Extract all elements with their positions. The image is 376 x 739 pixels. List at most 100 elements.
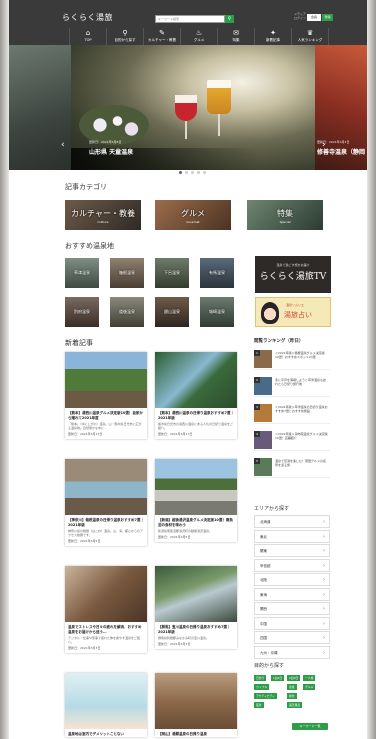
search-input[interactable]: キーワード検索: [155, 15, 225, 23]
area-item[interactable]: 東北 ›: [254, 529, 330, 543]
ranking-item[interactable]: 5 温泉で足湯を楽しむ！南国グルメの名所を巡る旅: [254, 456, 330, 478]
slider-dot[interactable]: [203, 171, 206, 174]
purpose-tag[interactable]: 露天風呂: [287, 702, 303, 708]
area-label: 九州・沖縄: [260, 650, 278, 655]
article-card[interactable]: 【新潟】越後湯沢温泉グルメ決定版10選！南魚沼の食材を味わう 新潟県南魚沼郡湯沢…: [155, 459, 237, 542]
area-item[interactable]: 北陸 ›: [254, 573, 330, 586]
slide-glass-beer: [207, 80, 231, 114]
member-button[interactable]: 会員: [307, 14, 321, 21]
category-special[interactable]: 特集 Special: [247, 200, 323, 230]
area-item[interactable]: 関西 ›: [254, 602, 330, 615]
page: らくらく湯旅 キーワード検索 ⚲ メディア ログイン 会員 登録 ⌂ TOP ⚲ 目的か…: [9, 0, 367, 739]
article-thumbnail: [155, 673, 237, 729]
purpose-tag[interactable]: グルメ: [303, 684, 316, 690]
slider-dot[interactable]: [191, 171, 194, 174]
article-card[interactable]: 温泉でストレスや日々の疲れを解消、おすすめ温泉をお届けから迷う… デジタル・仕事…: [65, 566, 147, 653]
nav-item-6[interactable]: ♛ 人気ランキング: [291, 28, 329, 45]
nav-item-4[interactable]: ✉ 特集: [217, 28, 254, 45]
onsen-arima[interactable]: 有馬温泉: [200, 258, 234, 288]
article-card[interactable]: 【岡山】湯郷温泉の日帰り温泉: [155, 673, 237, 737]
ranking-title: ＜2021年版＞草津温泉の日帰り温泉おすすめ7選とおすすめ施設: [275, 405, 328, 413]
onsen-kinosaki[interactable]: 城崎温泉: [200, 297, 234, 327]
search-button[interactable]: ⚲: [225, 15, 234, 23]
article-card[interactable]: 【熊本】湯西川温泉の日帰り温泉おすすめ7選｜2021年版 栃木県日光市の湯西川温…: [155, 352, 237, 439]
slide-title[interactable]: 山形県 天童温泉: [89, 147, 133, 156]
chevron-right-icon: ›: [323, 562, 325, 569]
article-thumbnail: [65, 566, 147, 622]
slider-dot[interactable]: [185, 171, 188, 174]
yutabi-tv-banner[interactable]: 温泉で過ごす旅をお届け らくらく湯旅TV: [255, 256, 331, 293]
section-title-categories: 記事カテゴリ: [65, 183, 107, 191]
article-thumbnail: [65, 352, 147, 408]
purpose-tag[interactable]: 2泊3日: [287, 675, 301, 681]
page-shadow-left: [0, 0, 9, 739]
ranking-item[interactable]: 3 ＜2021年版＞草津温泉の日帰り温泉おすすめ7選とおすすめ施設: [254, 402, 330, 424]
ranking-number: 1: [254, 350, 260, 356]
onsen-hakone[interactable]: 箱根温泉: [110, 258, 144, 288]
chevron-right-icon[interactable]: ›: [322, 140, 326, 150]
ranking-thumbnail: 4: [254, 431, 272, 449]
ranking-number: 2: [254, 377, 260, 383]
nav-item-5[interactable]: ✦ 新着記事: [254, 28, 291, 45]
area-item[interactable]: 東海 ›: [254, 587, 330, 601]
ranking-title: ＜2021年版＞湯布院温泉グルメ決定版10選！店舗紹介: [275, 432, 328, 440]
ranking-title: ＜2021年版＞箱根温泉グルメ決定版10選！おすすめスポット23選: [275, 351, 325, 359]
onsen-dogo[interactable]: 道後温泉: [110, 297, 144, 327]
area-item[interactable]: 関東 ›: [254, 544, 330, 557]
ranking-item[interactable]: 2 冬に平戸を満喫しようと草津温泉も訪れたら日帰り旅行地: [254, 375, 330, 397]
nav-item-1[interactable]: ⚲ 目的から探す: [106, 28, 143, 45]
register-button[interactable]: 登録: [322, 14, 333, 21]
hero-slider[interactable]: 更新日：2021年5月8日 山形県 天童温泉 更新日：2021年3月2日 修善寺…: [9, 45, 367, 170]
onsen-gero[interactable]: 下呂温泉: [155, 258, 189, 288]
nav-item-0[interactable]: ⌂ TOP: [69, 28, 106, 45]
article-card[interactable]: 【群馬】宝川温泉の日帰り温泉おすすめ7選｜2021年版 群馬県利根郡みなかみ町の…: [155, 566, 237, 649]
slider-dot[interactable]: [197, 171, 200, 174]
onsen-ginzan[interactable]: 銀山温泉: [155, 297, 189, 327]
article-card[interactable]: 温泉地は室内でデメリットことない: [65, 673, 147, 737]
area-label: 東北: [260, 534, 267, 539]
area-item[interactable]: 北海道 ›: [254, 515, 330, 528]
slide-flowers-image: [79, 105, 149, 145]
slider-dots: [179, 171, 206, 174]
purpose-tag[interactable]: 一人旅: [303, 675, 316, 681]
yutabi-uranai-banner[interactable]: 温泉ソムリエ 湯旅占い: [255, 297, 331, 327]
purpose-tag[interactable]: 日帰り: [254, 675, 267, 681]
site-logo[interactable]: らくらく湯旅: [62, 12, 113, 23]
book-icon: ✎: [159, 29, 165, 37]
article-card[interactable]: 【神奈川】箱根温泉の日帰り温泉おすすめ7選｜2021年版 神奈川県の箱根（はこね…: [65, 459, 147, 546]
chevron-right-icon: ›: [323, 533, 325, 540]
slider-dot[interactable]: [179, 171, 182, 174]
onsen-beppu[interactable]: 別府温泉: [65, 297, 99, 327]
ranking-item[interactable]: 4 ＜2021年版＞湯布院温泉グルメ決定版10選！店舗紹介: [254, 429, 330, 451]
area-label: 関西: [260, 607, 267, 611]
purpose-tag[interactable]: 家族: [287, 684, 297, 690]
nav-item-3[interactable]: ♨ グルメ: [180, 28, 217, 45]
article-title: 【岡山】湯郷温泉の日帰り温泉: [158, 732, 207, 736]
nav-label: カルチャー・教養: [148, 38, 176, 42]
fortune-teller-illustration: [261, 302, 279, 324]
purpose-tag[interactable]: アクティビティ: [254, 693, 278, 699]
chevron-left-icon[interactable]: ‹: [61, 140, 65, 150]
article-thumbnail: [65, 459, 147, 515]
area-item[interactable]: 四国 ›: [254, 631, 330, 644]
article-title: 【熊本】湯西川温泉グルメ決定版10選！自家から贈れて2021年度: [68, 411, 143, 420]
keyword-list-button[interactable]: キーワード一覧: [292, 723, 328, 730]
area-item[interactable]: 中国 ›: [254, 616, 330, 630]
purpose-tag[interactable]: 1泊2日: [271, 675, 285, 681]
ranking-item[interactable]: 1 ＜2021年版＞箱根温泉グルメ決定版10選！おすすめスポット23選: [254, 348, 330, 370]
section-title-new: 新着記事: [65, 339, 93, 347]
category-culture[interactable]: カルチャー・教養 Culture: [65, 200, 141, 230]
article-title: 温泉でストレスや日々の疲れを解消、おすすめ温泉をお届けから迷う…: [68, 625, 142, 634]
area-item[interactable]: 九州・沖縄 ›: [254, 645, 330, 659]
header-links[interactable]: メディア ログイン: [294, 12, 306, 20]
article-card[interactable]: 【熊本】湯西川温泉グルメ決定版10選！自家から贈れて2021年度 「熊本」（ゆに…: [65, 352, 147, 439]
onsen-kusatsu[interactable]: 草津温泉: [65, 258, 99, 288]
purpose-tag[interactable]: カップル: [254, 684, 270, 690]
area-item[interactable]: 甲信越 ›: [254, 558, 330, 572]
slide-previous[interactable]: [9, 45, 71, 170]
purpose-tag[interactable]: 夜景: [254, 702, 264, 708]
category-gourmet[interactable]: グルメ Gourmet: [155, 200, 231, 230]
purpose-tag[interactable]: 絶景: [287, 693, 297, 699]
nav-item-2[interactable]: ✎ カルチャー・教養: [143, 28, 180, 45]
chevron-right-icon: ›: [323, 591, 325, 598]
